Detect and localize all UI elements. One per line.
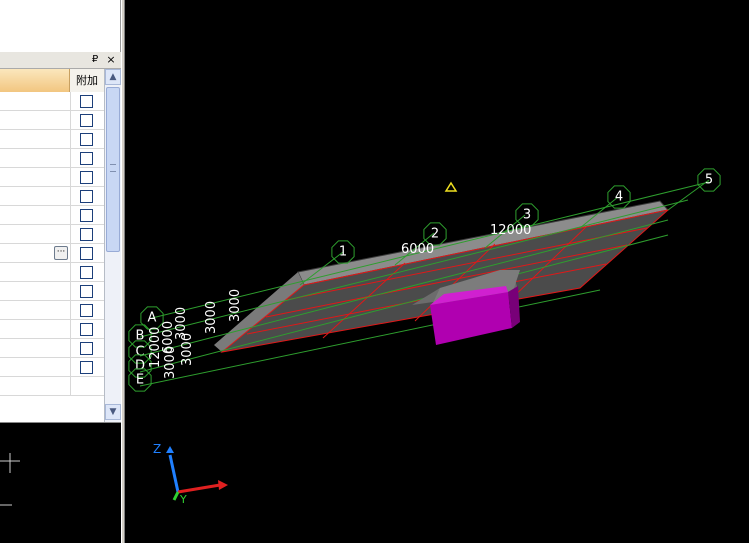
- left-bottom-pane: [0, 422, 121, 543]
- property-row[interactable]: [0, 282, 104, 301]
- extra-checkbox[interactable]: [80, 171, 93, 184]
- column-axis-bubble-2-label: 2: [431, 227, 439, 242]
- property-row[interactable]: [0, 111, 104, 130]
- row-divider: [70, 358, 71, 377]
- extra-checkbox[interactable]: [80, 342, 93, 355]
- property-row[interactable]: [0, 149, 104, 168]
- row-divider: [70, 301, 71, 320]
- ellipsis-button[interactable]: ···: [54, 246, 68, 260]
- extra-checkbox[interactable]: [80, 285, 93, 298]
- column-axis-bubble-3-label: 3: [523, 208, 531, 223]
- extra-checkbox[interactable]: [80, 361, 93, 374]
- row-dimension-label: 3000: [180, 333, 195, 366]
- property-row[interactable]: [0, 187, 104, 206]
- extra-checkbox[interactable]: [80, 152, 93, 165]
- column-axis-bubble-5: 5: [697, 168, 721, 192]
- extra-checkbox[interactable]: [80, 209, 93, 222]
- column-axis-bubble-4: 4: [607, 185, 631, 209]
- row-divider: [70, 130, 71, 149]
- panel-titlebar: ₽ ×: [0, 52, 121, 69]
- column-axis-bubble-4-label: 4: [615, 190, 623, 205]
- property-row[interactable]: [0, 320, 104, 339]
- extra-checkbox[interactable]: [80, 95, 93, 108]
- property-row[interactable]: [0, 358, 104, 377]
- row-divider: [70, 244, 71, 263]
- row-divider: [70, 187, 71, 206]
- model-scene[interactable]: 12345 ABCDE 6000 12000 12000600030003000…: [125, 0, 749, 543]
- row-divider: [70, 149, 71, 168]
- extra-checkbox[interactable]: [80, 323, 93, 336]
- extra-checkbox[interactable]: [80, 247, 93, 260]
- 3d-model-viewport[interactable]: 12345 ABCDE 6000 12000 12000 6000 3000 3000…: [125, 0, 749, 543]
- property-row[interactable]: [0, 92, 104, 111]
- row-divider: [70, 111, 71, 130]
- axis-triad: Z Y: [153, 442, 228, 506]
- row-divider: [70, 320, 71, 339]
- left-top-blank-pane: [0, 0, 121, 52]
- row-divider: [70, 206, 71, 225]
- scroll-down-button[interactable]: ▼: [105, 404, 121, 420]
- scroll-grip-icon: [110, 164, 116, 172]
- row-divider: [70, 377, 71, 396]
- grid-header: 附加: [0, 69, 104, 92]
- row-divider: [70, 282, 71, 301]
- property-row[interactable]: [0, 301, 104, 320]
- row-divider: [70, 225, 71, 244]
- column-dimension-12000: 12000: [490, 223, 531, 238]
- pin-icon[interactable]: ₽: [89, 54, 101, 66]
- property-row[interactable]: [0, 225, 104, 244]
- row-axis-bubble-E: E: [128, 368, 152, 392]
- extra-checkbox[interactable]: [80, 266, 93, 279]
- column-axis-bubble-1-label: 1: [339, 245, 347, 260]
- row-dimension-label: 3000: [204, 301, 219, 334]
- app-window: ₽ × 附加 ··· ▲ ▼ 1 2 3 4 5 A B C D E 6000 …: [0, 0, 749, 543]
- left-bottom-sketch: [0, 453, 20, 506]
- axis-z-label: Z: [153, 442, 161, 456]
- grid-header-name-column[interactable]: [0, 69, 70, 92]
- close-icon[interactable]: ×: [105, 54, 117, 66]
- grid-header-extra-column[interactable]: 附加: [70, 69, 104, 92]
- row-axis-bubble-E-label: E: [136, 373, 144, 388]
- properties-grid: 附加 ···: [0, 69, 104, 422]
- row-axis-bubble-D-label: D: [135, 359, 145, 374]
- row-dimension-label: 3000: [228, 289, 243, 322]
- extra-checkbox[interactable]: [80, 228, 93, 241]
- vertical-scrollbar[interactable]: ▲ ▼: [104, 69, 121, 422]
- property-row[interactable]: [0, 168, 104, 187]
- property-row[interactable]: [0, 377, 104, 396]
- row-divider: [70, 92, 71, 111]
- column-axis-bubble-1: 1: [331, 240, 355, 264]
- property-row[interactable]: ···: [0, 244, 104, 263]
- row-divider: [70, 168, 71, 187]
- row-axis-bubble-A-label: A: [148, 311, 157, 326]
- property-row[interactable]: [0, 130, 104, 149]
- properties-panel: ₽ × 附加 ··· ▲ ▼: [0, 52, 121, 422]
- row-divider: [70, 263, 71, 282]
- row-axis-bubble-A: A: [140, 306, 164, 330]
- row-divider: [70, 339, 71, 358]
- extra-checkbox[interactable]: [80, 114, 93, 127]
- extra-checkbox[interactable]: [80, 133, 93, 146]
- axis-y-label: Y: [179, 493, 187, 506]
- extra-checkbox[interactable]: [80, 190, 93, 203]
- column-dimension-6000: 6000: [401, 242, 434, 257]
- property-row[interactable]: [0, 206, 104, 225]
- extra-checkbox[interactable]: [80, 304, 93, 317]
- row-axis-bubble-C-label: C: [135, 345, 144, 360]
- property-row[interactable]: [0, 263, 104, 282]
- row-dimension-label: 3000: [163, 346, 178, 379]
- property-row[interactable]: [0, 339, 104, 358]
- column-axis-bubble-5-label: 5: [705, 173, 713, 188]
- scroll-thumb[interactable]: [106, 87, 120, 252]
- view-target-marker: [444, 181, 458, 192]
- scroll-up-button[interactable]: ▲: [105, 69, 121, 85]
